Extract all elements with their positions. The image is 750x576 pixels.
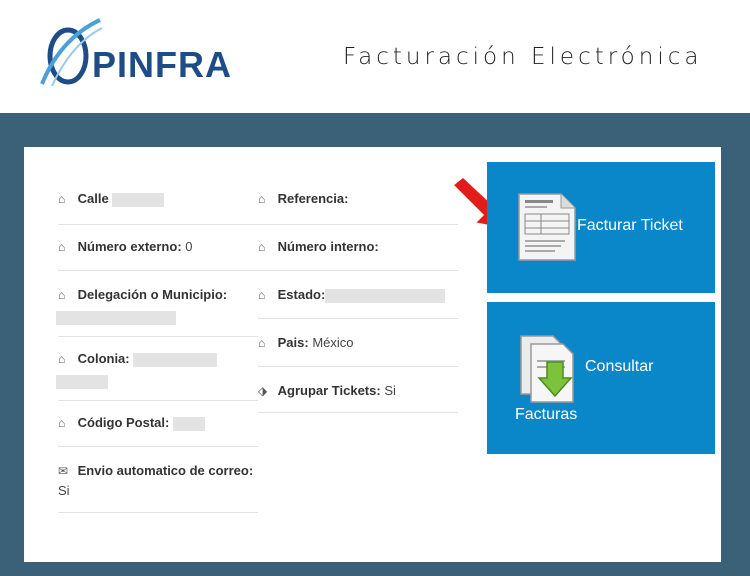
facturar-ticket-button[interactable]: Facturar Ticket <box>487 162 715 293</box>
home-icon: ⌂ <box>258 288 266 302</box>
home-icon: ⌂ <box>58 192 66 206</box>
redacted-value <box>56 310 176 325</box>
header: PINFRA Facturación Electrónica <box>0 0 750 113</box>
redacted-value <box>172 416 205 431</box>
field-label: Envio automatico de correo: <box>77 463 254 478</box>
field-label: Agrupar Tickets: <box>277 383 381 398</box>
facturas-label: Facturas <box>515 406 578 423</box>
field-value: México <box>308 335 354 350</box>
field-label: Código Postal: <box>77 415 170 430</box>
home-icon: ⌂ <box>258 240 266 254</box>
field-numero-interno: ⌂ Número interno: <box>258 237 458 271</box>
field-envio-correo: ✉ Envio automatico de correo: Si <box>58 461 258 513</box>
logo-text: PINFRA <box>92 44 232 85</box>
home-icon: ⌂ <box>258 336 266 350</box>
field-numero-externo: ⌂ Número externo: 0 <box>58 237 258 271</box>
tag-icon: ⬗ <box>258 384 268 398</box>
field-calle: ⌂ Calle <box>58 189 258 225</box>
facturar-ticket-label: Facturar Ticket <box>577 217 683 234</box>
envelope-icon: ✉ <box>58 464 69 478</box>
consultar-facturas-button[interactable]: Consultar Facturas <box>487 302 715 454</box>
info-card: ⌂ Calle ⌂ Número externo: 0 ⌂ Delegación… <box>24 147 721 562</box>
redacted-value <box>56 374 108 389</box>
field-delegacion: ⌂ Delegación o Municipio: <box>56 285 258 337</box>
field-label: Calle <box>77 191 109 206</box>
field-pais: ⌂ Pais: México <box>258 333 458 367</box>
field-label: Estado: <box>277 287 326 302</box>
field-estado: ⌂ Estado: <box>258 285 458 319</box>
home-icon: ⌂ <box>258 192 266 206</box>
field-agrupar-tickets: ⬗ Agrupar Tickets: Si <box>258 381 458 413</box>
home-icon: ⌂ <box>58 352 66 366</box>
page-title: Facturación Electrónica <box>343 44 703 70</box>
field-label: Número externo: <box>77 239 182 254</box>
field-value: Si <box>58 483 70 498</box>
pinfra-logo: PINFRA <box>34 14 244 87</box>
field-value: 0 <box>181 239 193 254</box>
redacted-value <box>133 352 218 367</box>
field-colonia: ⌂ Colonia: <box>56 349 258 401</box>
field-label: Colonia: <box>77 351 130 366</box>
field-label: Delegación o Municipio: <box>77 287 228 302</box>
home-icon: ⌂ <box>58 288 66 302</box>
field-referencia: ⌂ Referencia: <box>258 189 458 225</box>
home-icon: ⌂ <box>58 240 66 254</box>
field-label: Número interno: <box>277 239 379 254</box>
redacted-value <box>112 192 165 207</box>
field-label: Pais: <box>277 335 309 350</box>
consultar-label: Consultar <box>585 358 654 375</box>
redacted-value <box>325 288 446 303</box>
field-label: Referencia: <box>277 191 349 206</box>
document-icon <box>518 193 576 261</box>
home-icon: ⌂ <box>58 416 66 430</box>
download-documents-icon <box>520 335 574 403</box>
field-codigo-postal: ⌂ Código Postal: <box>58 413 258 447</box>
field-value: Si <box>380 383 396 398</box>
